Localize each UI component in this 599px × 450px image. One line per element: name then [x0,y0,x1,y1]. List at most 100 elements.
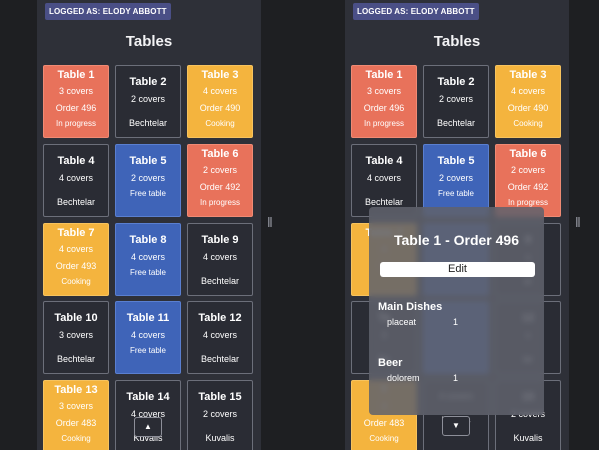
table-name: Table 10 [54,312,98,324]
table-tile[interactable]: Table 5 2 covers Free table [115,144,181,217]
table-name: Table 5 [437,155,475,167]
table-covers: 3 covers [58,330,93,340]
order-item-name: dolorem [387,373,420,383]
table-tile[interactable]: Table 1 3 covers Order 496 In progress [43,65,109,138]
phone-screen-left: LOGGED AS: ELODY ABBOTT Tables Table 1 3 … [37,0,261,450]
table-name: Table 5 [129,155,167,167]
order-item-qty: 1 [453,373,459,383]
table-order: Order 490 [199,103,241,113]
table-name: Table 12 [198,312,242,324]
popup-title: Table 1 - Order 496 [393,232,519,248]
table-waiter: Kuvalis [205,433,235,443]
table-status: Cooking [61,434,91,443]
table-name: Table 9 [201,234,239,246]
table-name: Table 4 [365,155,403,167]
table-covers: 4 covers [366,173,401,183]
table-waiter: Bechtelar [436,118,476,128]
table-status: Cooking [369,434,399,443]
table-covers: 2 covers [510,165,545,175]
table-tile[interactable]: Table 14 4 covers Kuvalis [115,380,181,450]
table-status: Cooking [205,119,235,128]
section-title: Main Dishes [378,301,443,313]
table-covers: 4 covers [202,330,237,340]
table-waiter: Bechtelar [56,197,96,207]
table-covers: 3 covers [366,86,401,96]
order-item-name: placeat [387,317,417,327]
table-status: Free table [129,346,167,355]
table-waiter: Bechtelar [200,354,240,364]
table-name: Table 15 [198,391,242,403]
table-covers: 2 covers [202,165,237,175]
table-tile[interactable]: Table 1 3 covers Order 496 In progress [351,65,417,138]
tables-grid: Table 13 covers Order 496 In progress Table… [43,65,255,450]
table-status: Free table [437,189,475,198]
table-tile[interactable]: Table 13 3 covers Order 483 Cooking [43,380,109,450]
table-name: Table 4 [57,155,95,167]
table-covers: 4 covers [58,173,93,183]
table-status: In progress [363,119,405,128]
table-name: Table 6 [509,148,547,160]
table-order: Order 493 [55,261,97,271]
table-tile[interactable]: Table 8 4 covers Free table [115,223,181,296]
table-order: Order 492 [507,182,549,192]
table-covers: 2 covers [438,94,473,104]
table-name: Table 8 [129,234,167,246]
table-name: Table 2 [437,76,475,88]
table-tile[interactable]: Table 6 2 covers Order 492 In progress [187,144,253,217]
table-tile[interactable]: Table 15 2 covers Kuvalis [187,380,253,450]
table-name: Table 7 [57,227,95,239]
table-covers: 2 covers [130,173,165,183]
section-title: Beer [378,357,403,369]
table-tile[interactable]: Table 3 4 covers Order 490 Cooking [187,65,253,138]
scroll-down-button[interactable]: ▼ [442,416,470,436]
scroll-up-button[interactable]: ▲ [134,417,162,437]
table-status: In progress [507,198,549,207]
table-tile[interactable]: Table 3 4 covers Order 490 Cooking [495,65,561,138]
table-status: In progress [199,198,241,207]
table-tile[interactable]: Table 10 3 covers Bechtelar [43,301,109,374]
table-covers: 4 covers [202,86,237,96]
page-title: Tables [433,33,481,50]
logged-user-badge: LOGGED AS: ELODY ABBOTT [45,3,171,20]
table-status: Cooking [513,119,543,128]
table-name: Table 3 [201,69,239,81]
table-tile[interactable]: Table 12 4 covers Bechtelar [187,301,253,374]
table-name: Table 1 [365,69,403,81]
table-status: In progress [55,119,97,128]
table-covers: 4 covers [58,244,93,254]
table-name: Table 6 [201,148,239,160]
edit-button[interactable]: Edit [380,262,535,277]
table-tile[interactable]: Table 4 4 covers Bechtelar [43,144,109,217]
table-name: Table 3 [509,69,547,81]
table-covers: 4 covers [510,86,545,96]
table-name: Table 13 [54,384,98,396]
table-waiter: Bechtelar [56,354,96,364]
table-covers: 3 covers [58,401,93,411]
split-handle[interactable]: ‖ [267,214,273,230]
table-order: Order 483 [363,418,405,428]
split-handle[interactable]: ‖ [575,214,581,230]
table-tile[interactable]: Table 2 2 covers Bechtelar [423,65,489,138]
table-covers: 4 covers [130,252,165,262]
table-covers: 4 covers [130,330,165,340]
table-covers: 2 covers [202,409,237,419]
table-tile[interactable]: Table 9 4 covers Bechtelar [187,223,253,296]
table-tile[interactable]: Table 7 4 covers Order 493 Cooking [43,223,109,296]
logged-user-badge: LOGGED AS: ELODY ABBOTT [353,3,479,20]
table-tile[interactable]: Table 2 2 covers Bechtelar [115,65,181,138]
table-covers: 3 covers [58,86,93,96]
table-name: Table 2 [129,76,167,88]
table-name: Table 1 [57,69,95,81]
table-status: Cooking [61,277,91,286]
table-name: Table 14 [126,391,170,403]
table-order: Order 492 [199,182,241,192]
table-covers: 4 covers [202,252,237,262]
table-tile[interactable]: Table 11 4 covers Free table [115,301,181,374]
table-waiter: Bechtelar [200,276,240,286]
table-waiter: Bechtelar [128,118,168,128]
table-waiter: Kuvalis [513,433,543,443]
table-order: Order 496 [55,103,97,113]
table-name: Table 11 [126,312,170,324]
table-order: Order 483 [55,418,97,428]
order-item-qty: 1 [453,317,459,327]
